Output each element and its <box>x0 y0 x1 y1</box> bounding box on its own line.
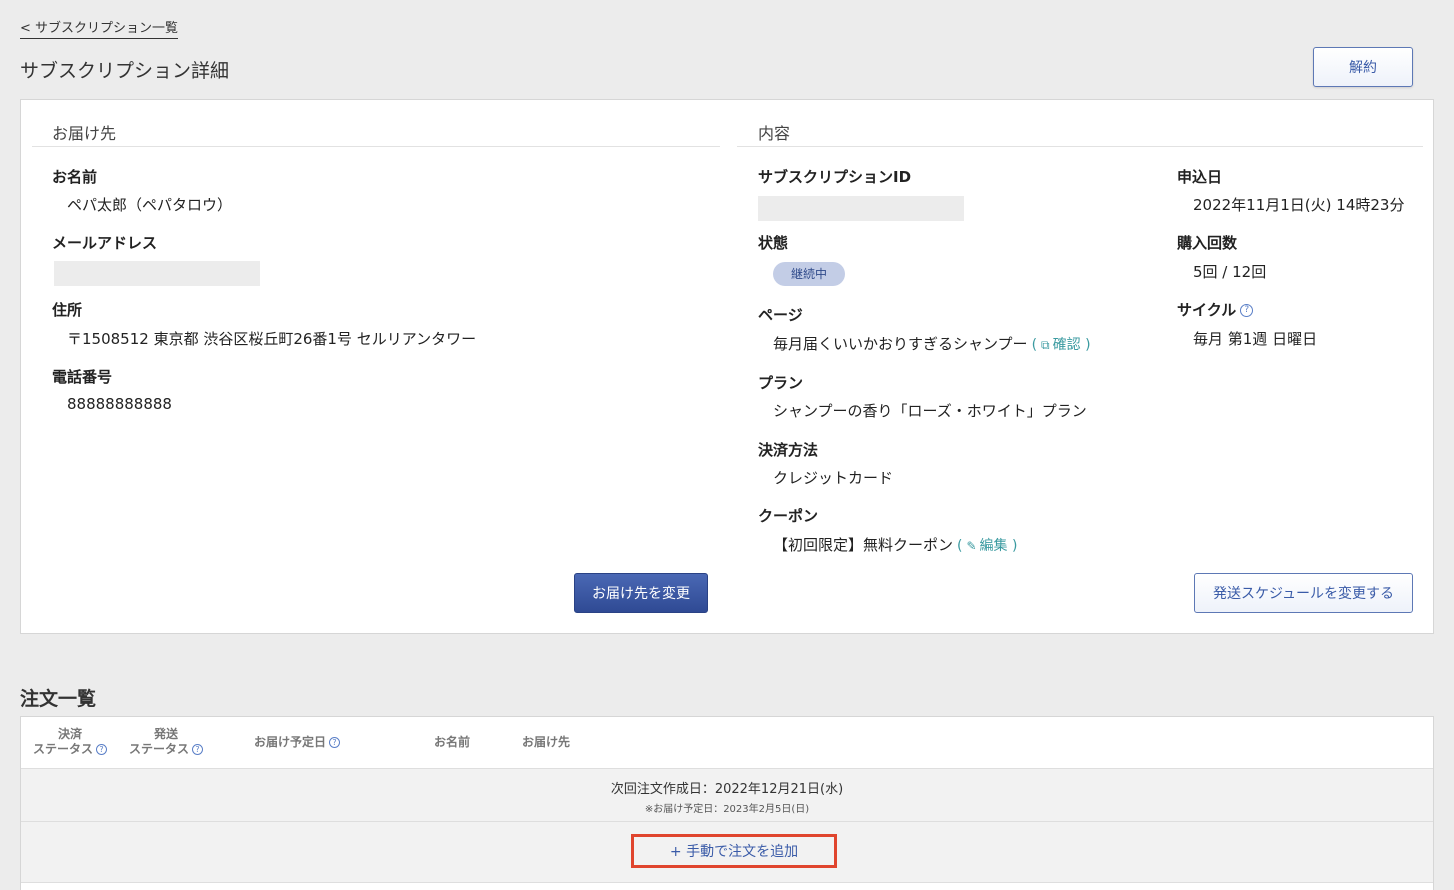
next-delivery-note: ※お届け予定日：2023年2月5日(日) <box>644 804 810 815</box>
add-order-row: + 手動で注文を追加 <box>21 822 1433 883</box>
applied-date-value: 2022年11月1日(火) 14時23分 <box>1193 196 1405 214</box>
help-icon[interactable]: ? <box>96 744 107 755</box>
plan-label: プラン <box>758 374 804 392</box>
cancel-subscription-button[interactable]: 解約 <box>1313 47 1413 87</box>
change-schedule-button[interactable]: 発送スケジュールを変更する <box>1194 573 1413 613</box>
page-value-row: 毎月届くいいかおりすぎるシャンプー(⧉ 確認 ) <box>773 333 1091 354</box>
coupon-edit-link[interactable]: (✎ 編集 ) <box>957 538 1017 554</box>
applied-date-label: 申込日 <box>1177 168 1223 186</box>
page-confirm-link[interactable]: (⧉ 確認 ) <box>1032 337 1091 353</box>
back-link-subscription-list[interactable]: < サブスクリプション一覧 <box>20 17 179 39</box>
page-label: ページ <box>758 306 803 324</box>
column-name[interactable]: お名前 <box>434 735 470 750</box>
page-title: サブスクリプション詳細 <box>20 60 230 82</box>
address-value: 〒1508512 東京都 渋谷区桜丘町26番1号 セルリアンタワー <box>67 330 477 348</box>
orders-title: 注文一覧 <box>20 688 97 710</box>
external-link-icon: ⧉ <box>1041 338 1050 352</box>
phone-label: 電話番号 <box>52 368 113 386</box>
pencil-icon: ✎ <box>966 539 977 553</box>
coupon-value: 【初回限定】無料クーポン <box>773 536 954 554</box>
name-label: お名前 <box>52 168 98 186</box>
help-icon[interactable]: ? <box>329 737 341 748</box>
change-delivery-button[interactable]: お届け先を変更 <box>574 573 708 613</box>
column-payment-status[interactable]: 決済 ステータス? <box>29 727 111 757</box>
orders-table: 決済 ステータス? 発送 ステータス? お届け予定日? お名前 お届け先 次回注… <box>20 716 1434 890</box>
add-manual-order-button[interactable]: + 手動で注文を追加 <box>631 834 837 868</box>
subscription-id-redacted <box>758 196 964 221</box>
purchase-count-value: 5回 / 12回 <box>1193 263 1267 281</box>
email-label: メールアドレス <box>52 234 158 252</box>
column-shipping-status[interactable]: 発送 ステータス? <box>125 727 207 757</box>
coupon-label: クーポン <box>758 507 819 525</box>
column-delivery-date[interactable]: お届け予定日? <box>254 735 341 750</box>
next-order-date: 次回注文作成日：2022年12月21日(水) <box>610 782 844 797</box>
column-destination[interactable]: お届け先 <box>522 735 570 750</box>
status-badge: 継続中 <box>773 262 846 286</box>
next-order-row: 次回注文作成日：2022年12月21日(水) ※お届け予定日：2023年2月5日… <box>21 768 1433 822</box>
payment-label: 決済方法 <box>758 441 819 459</box>
payment-value: クレジットカード <box>773 469 894 487</box>
coupon-value-row: 【初回限定】無料クーポン(✎ 編集 ) <box>773 534 1017 555</box>
delivery-heading: お届け先 <box>52 124 117 143</box>
cycle-label-row: サイクル? <box>1177 299 1254 320</box>
subscription-id-label: サブスクリプションID <box>758 168 912 186</box>
plan-value: シャンプーの香り「ローズ・ホワイト」プラン <box>773 402 1087 420</box>
phone-value: 88888888888 <box>67 395 172 413</box>
subscription-detail-card: お届け先 お名前 ペパ太郎（ペパタロウ） メールアドレス 住所 〒1508512… <box>20 99 1434 634</box>
address-label: 住所 <box>52 301 83 319</box>
purchase-count-label: 購入回数 <box>1177 234 1238 252</box>
content-heading: 内容 <box>758 124 791 143</box>
page-value: 毎月届くいいかおりすぎるシャンプー <box>773 335 1028 353</box>
delivery-divider <box>32 146 720 147</box>
cycle-value: 毎月 第1週 日曜日 <box>1193 330 1318 348</box>
name-value: ペパ太郎（ペパタロウ） <box>67 196 233 214</box>
help-icon[interactable]: ? <box>1240 304 1254 317</box>
content-divider <box>737 146 1423 147</box>
help-icon[interactable]: ? <box>192 744 203 755</box>
email-value-redacted <box>54 261 260 286</box>
status-label: 状態 <box>758 234 789 252</box>
